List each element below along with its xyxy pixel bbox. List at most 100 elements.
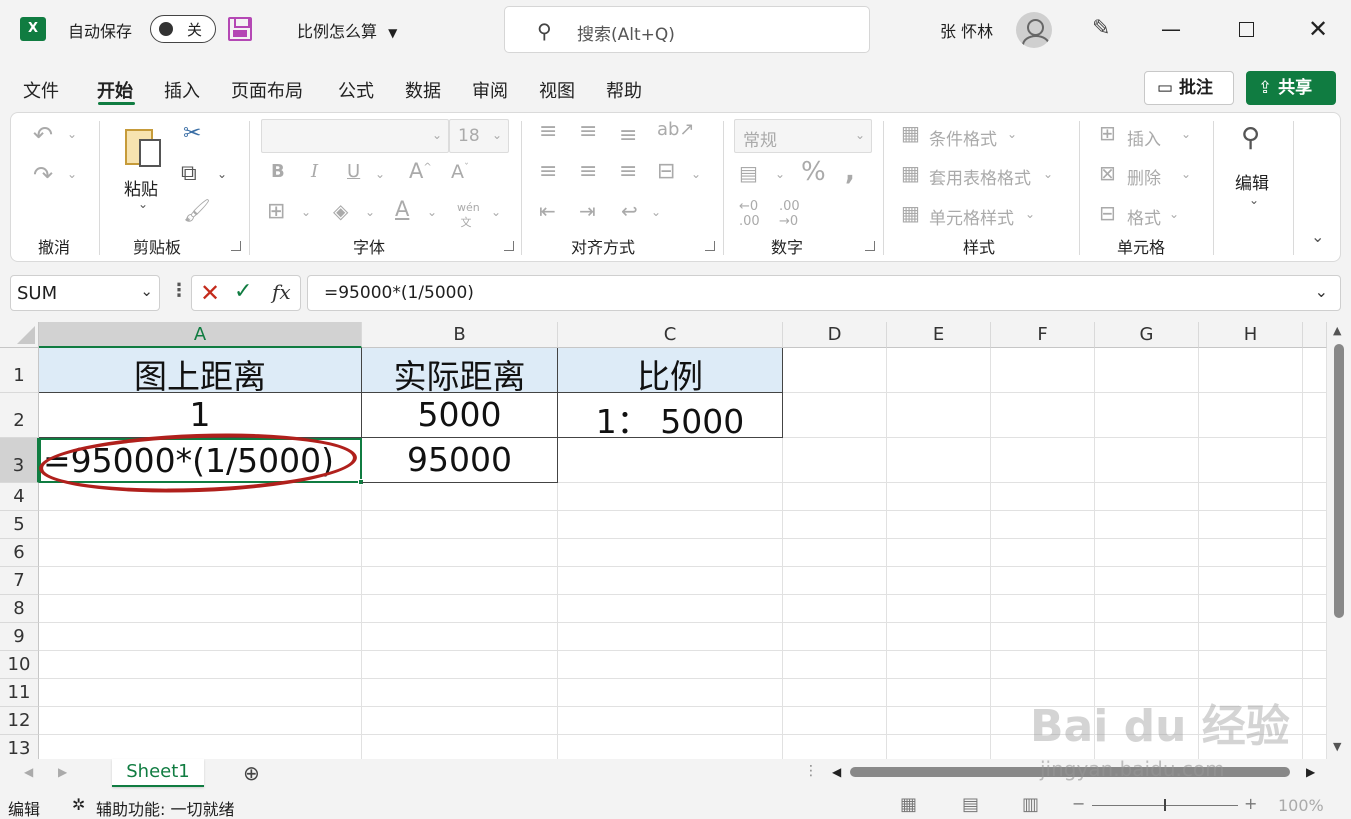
chevron-down-icon[interactable]: ⌄: [427, 205, 437, 219]
font-launcher-icon[interactable]: [504, 241, 514, 251]
empty-cell[interactable]: [1095, 567, 1199, 595]
empty-cell[interactable]: [887, 735, 991, 759]
row-header-9[interactable]: 9: [0, 623, 39, 651]
format-cells-button[interactable]: 格式: [1127, 204, 1161, 229]
chevron-down-icon[interactable]: ⌄: [301, 205, 311, 219]
row-header-13[interactable]: 13: [0, 735, 39, 759]
empty-cell[interactable]: [1199, 483, 1303, 511]
wrap-text-icon[interactable]: ↩: [621, 199, 638, 223]
empty-cell[interactable]: [991, 567, 1095, 595]
cut-icon[interactable]: ✂: [183, 121, 201, 146]
chevron-down-icon[interactable]: ⌄: [1315, 282, 1328, 301]
empty-cell[interactable]: [783, 735, 887, 759]
zoom-in-icon[interactable]: +: [1244, 794, 1257, 813]
empty-cell[interactable]: [362, 595, 558, 623]
empty-cell[interactable]: [783, 483, 887, 511]
column-header-h[interactable]: H: [1199, 322, 1303, 348]
chevron-down-icon[interactable]: ⌄: [491, 205, 501, 219]
share-button[interactable]: ⇪ 共享: [1246, 71, 1336, 105]
empty-cell[interactable]: [39, 651, 362, 679]
cell-b1[interactable]: 实际距离: [362, 348, 558, 396]
format-as-table-icon[interactable]: ▦: [901, 161, 920, 185]
empty-cell[interactable]: [39, 735, 362, 759]
empty-cell[interactable]: [39, 707, 362, 735]
empty-cell[interactable]: [1303, 348, 1327, 393]
empty-cell[interactable]: [558, 735, 783, 759]
chevron-down-icon[interactable]: ⌄: [217, 167, 227, 181]
align-top-icon[interactable]: ≡: [539, 119, 557, 144]
empty-cell[interactable]: [783, 707, 887, 735]
empty-cell[interactable]: [1095, 438, 1199, 483]
redo-icon[interactable]: ↷: [33, 161, 53, 189]
bold-icon[interactable]: B: [271, 161, 285, 182]
empty-cell[interactable]: [1303, 679, 1327, 707]
empty-cell[interactable]: [39, 623, 362, 651]
decrease-font-icon[interactable]: Aˇ: [451, 161, 469, 183]
increase-font-icon[interactable]: A^: [409, 159, 432, 183]
empty-cell[interactable]: [362, 623, 558, 651]
row-header-1[interactable]: 1: [0, 348, 39, 393]
alignment-launcher-icon[interactable]: [705, 241, 715, 251]
column-header-b[interactable]: B: [362, 322, 558, 348]
chevron-down-icon[interactable]: ⌄: [365, 205, 375, 219]
empty-cell[interactable]: [558, 595, 783, 623]
tab-insert[interactable]: 插入: [164, 77, 200, 103]
empty-cell[interactable]: [1199, 393, 1303, 438]
empty-cell[interactable]: [39, 595, 362, 623]
empty-cell[interactable]: [39, 679, 362, 707]
tab-page-layout[interactable]: 页面布局: [231, 77, 303, 103]
empty-cell[interactable]: [783, 539, 887, 567]
cell-styles-icon[interactable]: ▦: [901, 201, 920, 225]
empty-cell[interactable]: [1303, 595, 1327, 623]
format-painter-icon[interactable]: 🖌: [183, 199, 211, 224]
fill-color-icon[interactable]: ◈: [333, 199, 348, 223]
empty-cell[interactable]: [1303, 539, 1327, 567]
empty-cell[interactable]: [362, 539, 558, 567]
empty-cell[interactable]: [887, 511, 991, 539]
normal-view-icon[interactable]: ▦: [900, 794, 917, 815]
empty-cell[interactable]: [1303, 707, 1327, 735]
column-header-c[interactable]: C: [558, 322, 783, 348]
chevron-down-icon[interactable]: ⌄: [691, 167, 701, 181]
chevron-down-icon[interactable]: ⌄: [1007, 127, 1017, 141]
empty-cell[interactable]: [887, 438, 991, 483]
format-cells-icon[interactable]: ⊟: [1099, 201, 1116, 225]
empty-cell[interactable]: [1095, 595, 1199, 623]
cancel-icon[interactable]: ✕: [200, 279, 220, 307]
empty-cell[interactable]: [1095, 539, 1199, 567]
search-input[interactable]: 搜索(Alt+Q): [577, 20, 675, 45]
percent-icon[interactable]: %: [801, 157, 826, 187]
empty-cell[interactable]: [1095, 651, 1199, 679]
empty-cell[interactable]: [783, 438, 887, 483]
empty-cell[interactable]: [1199, 623, 1303, 651]
empty-cell[interactable]: [783, 595, 887, 623]
scroll-left-icon[interactable]: ◀: [832, 765, 841, 779]
empty-cell[interactable]: [783, 348, 887, 393]
chevron-down-icon[interactable]: ⌄: [651, 205, 661, 219]
empty-cell[interactable]: [783, 679, 887, 707]
empty-cell[interactable]: [558, 438, 783, 483]
empty-cell[interactable]: [558, 511, 783, 539]
add-sheet-icon[interactable]: ⊕: [243, 761, 260, 785]
save-icon[interactable]: [228, 17, 252, 41]
phonetic-icon[interactable]: wén 文: [457, 201, 480, 230]
cell-b2[interactable]: 5000: [362, 393, 558, 438]
cell-c2[interactable]: 1： 5000: [558, 393, 783, 441]
empty-cell[interactable]: [887, 348, 991, 393]
chevron-down-icon[interactable]: ⌄: [375, 167, 385, 181]
font-size-dropdown[interactable]: 18 ⌄: [449, 119, 509, 153]
empty-cell[interactable]: [1303, 735, 1327, 759]
chevron-down-icon[interactable]: ⌄: [1181, 167, 1191, 181]
tab-formulas[interactable]: 公式: [338, 77, 374, 103]
row-header-11[interactable]: 11: [0, 679, 39, 707]
empty-cell[interactable]: [1199, 511, 1303, 539]
insert-function-icon[interactable]: fx: [272, 280, 291, 304]
empty-cell[interactable]: [887, 567, 991, 595]
empty-cell[interactable]: [1095, 393, 1199, 438]
italic-icon[interactable]: I: [311, 161, 318, 182]
empty-cell[interactable]: [783, 393, 887, 438]
empty-cell[interactable]: [558, 651, 783, 679]
empty-cell[interactable]: [991, 595, 1095, 623]
cell-c1[interactable]: 比例: [558, 348, 783, 396]
more-options-icon[interactable]: ⋮: [170, 280, 188, 301]
